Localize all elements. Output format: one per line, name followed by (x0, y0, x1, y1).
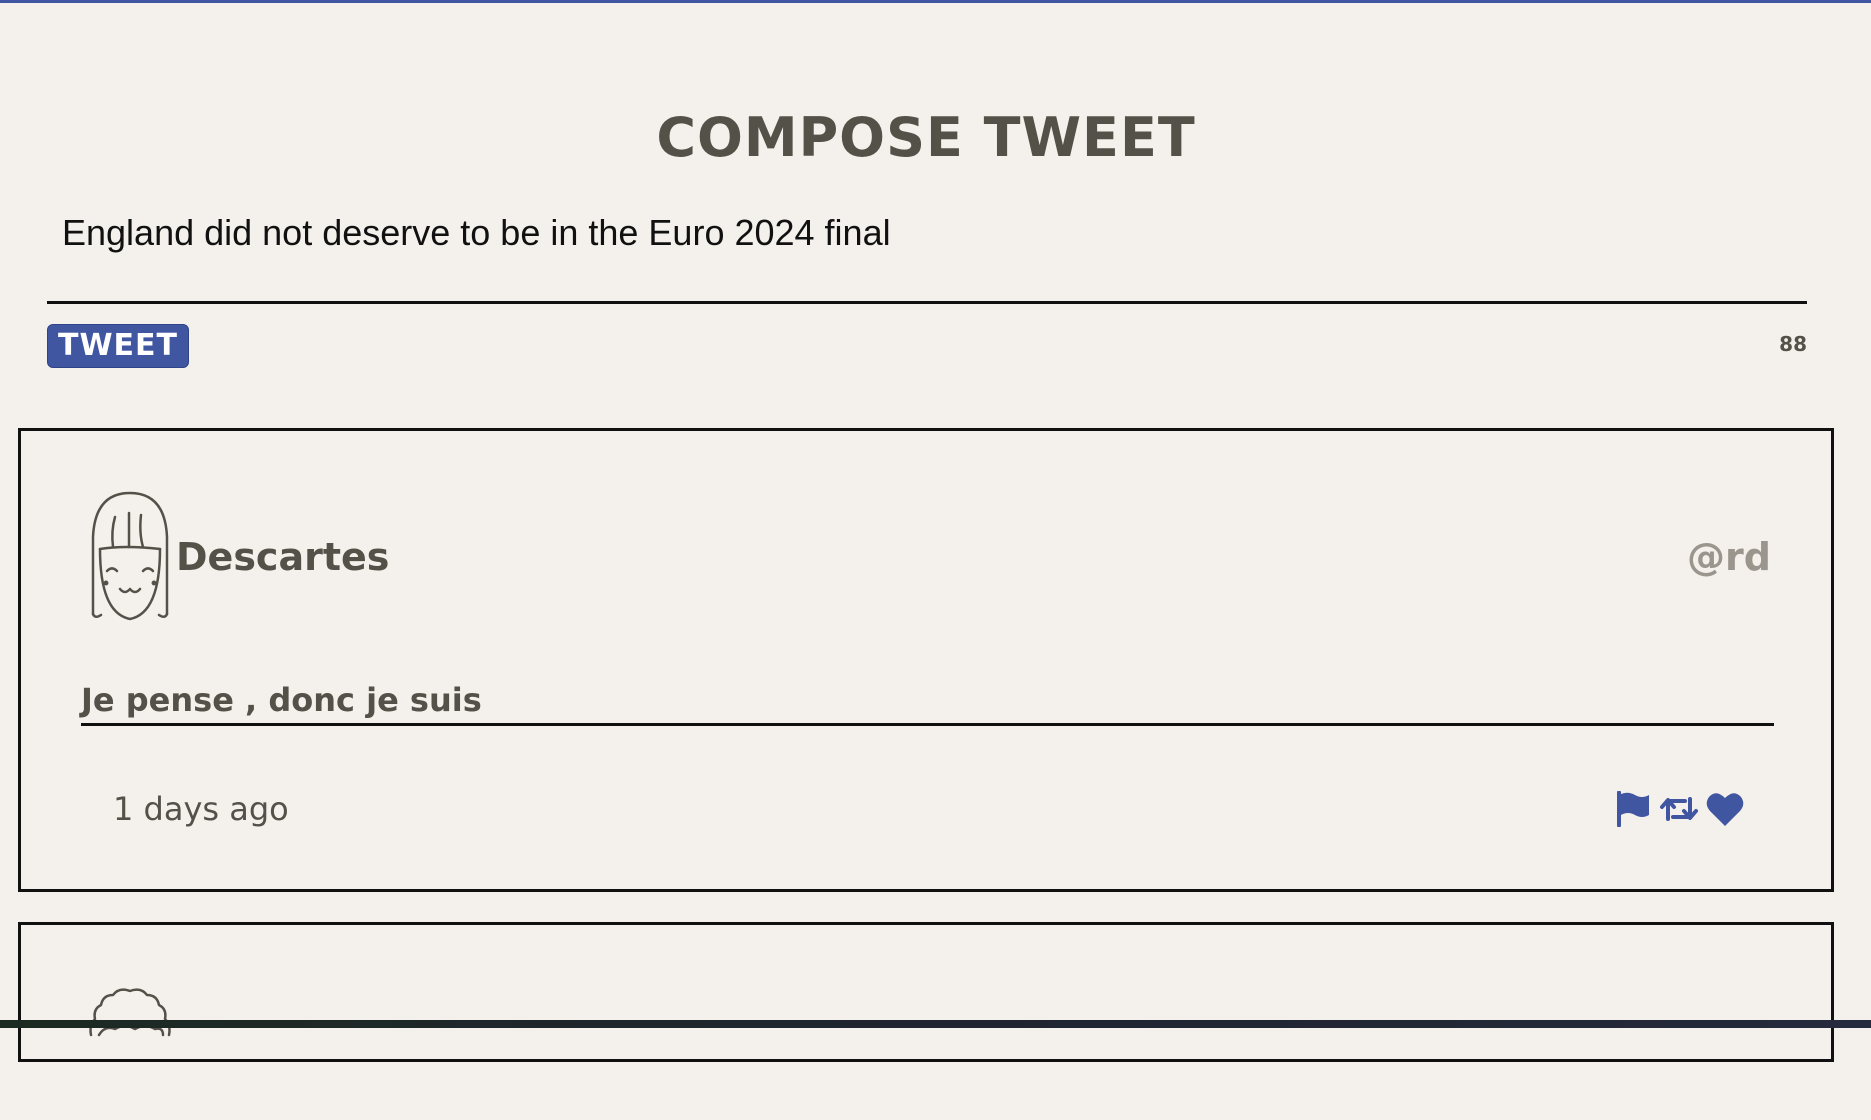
user-name: Descartes (176, 535, 390, 579)
tweet-content: Je pense , donc je suis (81, 679, 1774, 726)
retweet-icon[interactable] (1659, 789, 1699, 829)
tweet-button[interactable]: Tweet (47, 324, 189, 368)
tweet-actions (1613, 789, 1745, 829)
flag-icon[interactable] (1613, 789, 1653, 829)
top-accent-border (0, 0, 1871, 3)
bottom-strip (0, 1020, 1871, 1028)
curly-hair-avatar-icon (89, 988, 171, 1037)
tweet-text-input[interactable]: England did not deserve to be in the Eur… (47, 200, 1807, 304)
character-counter: 88 (1779, 332, 1807, 356)
heart-icon[interactable] (1705, 789, 1745, 829)
user-handle: @rd (1687, 535, 1771, 579)
tweet-card: Descartes @rd Je pense , donc je suis 1 … (18, 428, 1834, 892)
tweet-card (18, 922, 1834, 1062)
page-title: Compose Tweet (656, 106, 1196, 169)
girl-avatar-icon (91, 491, 169, 621)
tweet-timestamp: 1 days ago (113, 790, 289, 828)
